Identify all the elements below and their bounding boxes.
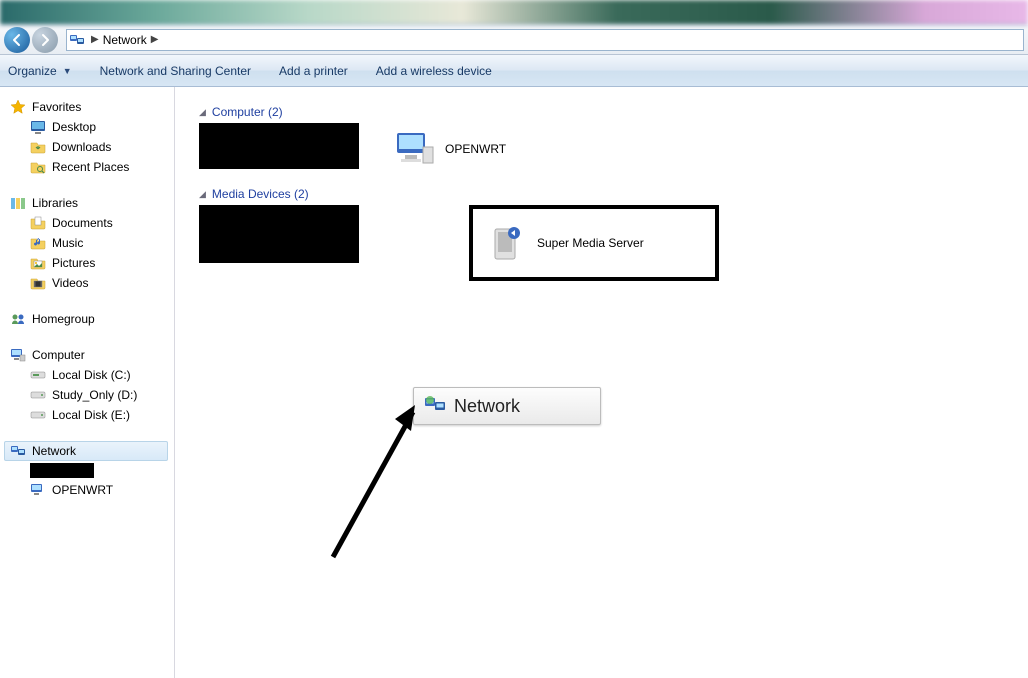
favorites-header[interactable]: Favorites	[4, 97, 168, 117]
computer-header[interactable]: Computer	[4, 345, 168, 365]
downloads-icon	[30, 139, 46, 155]
sidebar-item-music[interactable]: Music	[4, 233, 168, 253]
media-device-super-media-server[interactable]: Super Media Server	[469, 205, 719, 281]
computer-large-icon	[395, 129, 435, 169]
section-label: Computer (2)	[212, 105, 283, 119]
libraries-icon	[10, 195, 26, 211]
chevron-down-icon: ▼	[63, 66, 72, 76]
computer-small-icon	[30, 482, 46, 498]
sidebar-item-label: Downloads	[52, 140, 111, 154]
section-label: Media Devices (2)	[212, 187, 309, 201]
sidebar-item-desktop[interactable]: Desktop	[4, 117, 168, 137]
documents-icon	[30, 215, 46, 231]
sidebar-item-label: Videos	[52, 276, 88, 290]
sidebar-item-downloads[interactable]: Downloads	[4, 137, 168, 157]
network-popup[interactable]: Network	[413, 387, 601, 425]
sidebar-item-label: Local Disk (E:)	[52, 408, 130, 422]
desktop-icon	[30, 119, 46, 135]
network-icon	[10, 443, 26, 459]
sidebar-item-label: Study_Only (D:)	[52, 388, 137, 402]
libraries-header[interactable]: Libraries	[4, 193, 168, 213]
collapse-triangle-icon: ◢	[199, 107, 206, 118]
sidebar-item-pictures[interactable]: Pictures	[4, 253, 168, 273]
sidebar-item-label: Music	[52, 236, 83, 250]
sidebar-item-local-disk-e[interactable]: Local Disk (E:)	[4, 405, 168, 425]
videos-icon	[30, 275, 46, 291]
favorites-label: Favorites	[32, 100, 81, 114]
back-button[interactable]	[4, 27, 30, 53]
redacted-box	[30, 463, 94, 478]
homegroup-icon	[10, 311, 26, 327]
sidebar-item-documents[interactable]: Documents	[4, 213, 168, 233]
item-label: Super Media Server	[537, 236, 644, 250]
command-toolbar: Organize ▼ Network and Sharing Center Ad…	[0, 55, 1028, 87]
forward-button[interactable]	[32, 27, 58, 53]
sidebar-item-study-only-d[interactable]: Study_Only (D:)	[4, 385, 168, 405]
chevron-right-icon: ▶	[151, 34, 159, 45]
breadcrumb-separator[interactable]: ▶	[89, 34, 101, 45]
network-icon	[69, 32, 85, 48]
sidebar-item-label: Documents	[52, 216, 113, 230]
sidebar-item-label: Desktop	[52, 120, 96, 134]
music-icon	[30, 235, 46, 251]
redacted-media-item[interactable]	[199, 205, 359, 263]
breadcrumb-network[interactable]: Network ▶	[101, 33, 161, 47]
drive-icon	[30, 407, 46, 423]
sidebar-item-openwrt[interactable]: OPENWRT	[4, 480, 168, 500]
sidebar-item-recent-places[interactable]: Recent Places	[4, 157, 168, 177]
computer-section-header[interactable]: ◢ Computer (2)	[199, 105, 1008, 119]
sidebar-item-label: Recent Places	[52, 160, 129, 174]
network-label: Network	[32, 444, 76, 458]
item-label: OPENWRT	[445, 142, 506, 156]
redacted-computer-item[interactable]	[199, 123, 359, 169]
sidebar-item-label: Pictures	[52, 256, 95, 270]
sidebar-item-local-disk-c[interactable]: Local Disk (C:)	[4, 365, 168, 385]
sidebar-item-videos[interactable]: Videos	[4, 273, 168, 293]
homegroup-header[interactable]: Homegroup	[4, 309, 168, 329]
recent-places-icon	[30, 159, 46, 175]
navigation-pane: Favorites Desktop Downloads Recent Place…	[0, 87, 175, 678]
network-header[interactable]: Network	[4, 441, 168, 461]
collapse-triangle-icon: ◢	[199, 189, 206, 200]
sidebar-item-redacted-computer[interactable]	[4, 461, 168, 480]
libraries-label: Libraries	[32, 196, 78, 210]
popup-label: Network	[454, 396, 520, 417]
drive-icon	[30, 387, 46, 403]
network-computer-openwrt[interactable]: OPENWRT	[389, 123, 639, 175]
add-wireless-device-button[interactable]: Add a wireless device	[376, 64, 492, 78]
network-icon	[424, 394, 446, 419]
address-bar[interactable]: ▶ Network ▶	[66, 29, 1024, 51]
homegroup-label: Homegroup	[32, 312, 95, 326]
computer-icon	[10, 347, 26, 363]
computer-label: Computer	[32, 348, 85, 362]
pictures-icon	[30, 255, 46, 271]
content-pane: ◢ Computer (2) OPENWRT ◢ Media Devices (…	[175, 87, 1028, 678]
window-titlebar-background	[0, 0, 1028, 25]
sidebar-item-label: Local Disk (C:)	[52, 368, 131, 382]
navigation-bar: ▶ Network ▶	[0, 25, 1028, 55]
media-devices-section-header[interactable]: ◢ Media Devices (2)	[199, 187, 1008, 201]
organize-label: Organize	[8, 64, 57, 78]
add-printer-button[interactable]: Add a printer	[279, 64, 348, 78]
breadcrumb-label: Network	[103, 33, 147, 47]
drive-icon	[30, 367, 46, 383]
organize-menu[interactable]: Organize ▼	[8, 64, 72, 78]
sidebar-item-label: OPENWRT	[52, 483, 113, 497]
media-server-icon	[487, 223, 527, 263]
star-icon	[10, 99, 26, 115]
network-sharing-center-button[interactable]: Network and Sharing Center	[100, 64, 251, 78]
